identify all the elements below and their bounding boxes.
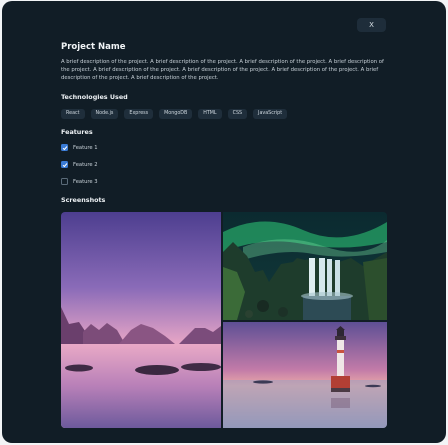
feature-item-1[interactable]: Feature 1: [61, 144, 98, 151]
close-button[interactable]: X: [357, 18, 386, 32]
feature-item-3[interactable]: Feature 3: [61, 178, 98, 185]
screenshot-lighthouse[interactable]: [223, 322, 387, 428]
project-title: Project Name: [61, 42, 126, 52]
feature-3-checkbox[interactable]: [61, 178, 68, 185]
tech-tag: Express: [124, 109, 154, 119]
features-heading: Features: [61, 128, 93, 136]
technologies-heading: Technologies Used: [61, 93, 128, 101]
project-description: A brief description of the project. A br…: [61, 59, 384, 81]
feature-item-2[interactable]: Feature 2: [61, 161, 98, 168]
feature-2-checkbox[interactable]: [61, 161, 68, 168]
tech-tag: HTML: [198, 109, 222, 119]
check-icon: [62, 162, 67, 167]
tech-tag: JavaScript: [253, 109, 288, 119]
project-modal: X Project Name A brief description of th…: [2, 1, 446, 443]
tech-tag: MongoDB: [159, 109, 193, 119]
check-icon: [62, 145, 67, 150]
feature-3-label: Feature 3: [73, 178, 98, 185]
screenshots-heading: Screenshots: [61, 196, 106, 204]
tech-tag: CSS: [227, 109, 248, 119]
screenshot-sunset-lake[interactable]: [61, 212, 221, 428]
feature-1-label: Feature 1: [73, 144, 98, 151]
tech-tag: Node.js: [90, 109, 119, 119]
screenshot-gallery: [61, 212, 387, 428]
feature-2-label: Feature 2: [73, 161, 98, 168]
technology-tags: React Node.js Express MongoDB HTML CSS J…: [61, 109, 288, 119]
tech-tag: React: [61, 109, 85, 119]
screenshot-aurora-waterfall[interactable]: [223, 212, 387, 320]
feature-1-checkbox[interactable]: [61, 144, 68, 151]
